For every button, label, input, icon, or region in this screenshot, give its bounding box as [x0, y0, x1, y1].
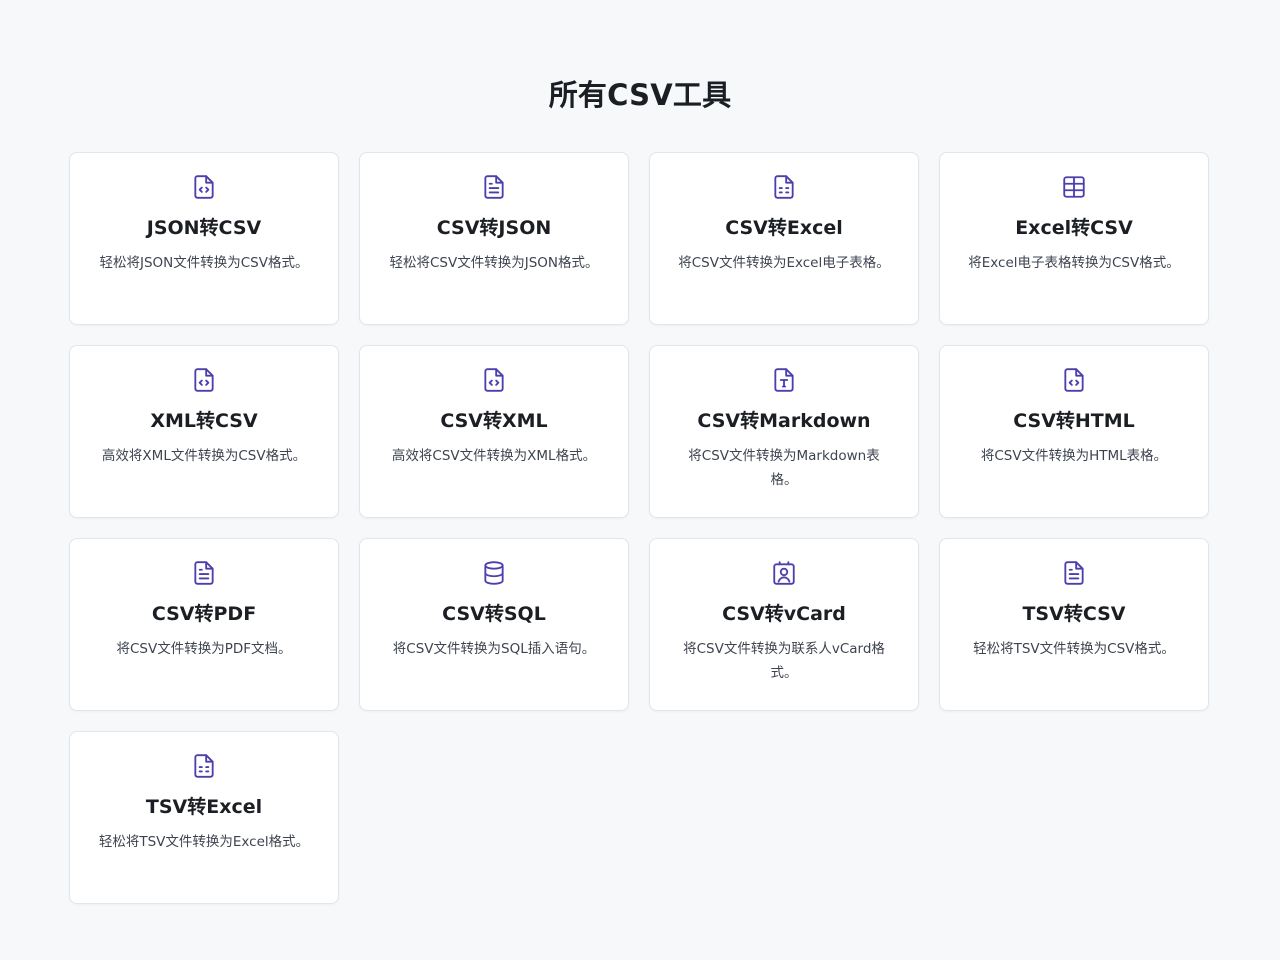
tool-card-description: 轻松将TSV文件转换为Excel格式。: [98, 834, 310, 850]
file-spreadsheet-icon: [770, 173, 798, 201]
tool-card-description: 将CSV文件转换为SQL插入语句。: [392, 641, 596, 657]
tool-card-excel-to-csv[interactable]: Excel转CSV 将Excel电子表格转换为CSV格式。: [939, 152, 1209, 325]
tool-card-description: 轻松将JSON文件转换为CSV格式。: [99, 255, 309, 271]
tool-card-title: CSV转vCard: [722, 603, 846, 625]
database-icon: [480, 559, 508, 587]
tool-card-description: 轻松将CSV文件转换为JSON格式。: [389, 255, 599, 271]
tool-card-title: JSON转CSV: [146, 217, 262, 239]
tool-card-json-to-csv[interactable]: JSON转CSV 轻松将JSON文件转换为CSV格式。: [69, 152, 339, 325]
tool-card-csv-to-excel[interactable]: CSV转Excel 将CSV文件转换为Excel电子表格。: [649, 152, 919, 325]
file-code-icon: [480, 366, 508, 394]
tools-grid: JSON转CSV 轻松将JSON文件转换为CSV格式。 CSV转JSON 轻松将…: [69, 152, 1211, 904]
tool-card-description: 将CSV文件转换为PDF文档。: [116, 641, 292, 657]
tool-card-title: TSV转CSV: [1022, 603, 1126, 625]
file-spreadsheet-icon: [190, 752, 218, 780]
table-icon: [1060, 173, 1088, 201]
tool-card-csv-to-markdown[interactable]: CSV转Markdown 将CSV文件转换为Markdown表格。: [649, 345, 919, 518]
tool-card-title: CSV转Excel: [725, 217, 843, 239]
tool-card-title: CSV转HTML: [1013, 410, 1135, 432]
tool-card-tsv-to-excel[interactable]: TSV转Excel 轻松将TSV文件转换为Excel格式。: [69, 731, 339, 904]
file-code-icon: [190, 366, 218, 394]
tool-card-csv-to-pdf[interactable]: CSV转PDF 将CSV文件转换为PDF文档。: [69, 538, 339, 711]
tool-card-description: 将CSV文件转换为联系人vCard格式。: [683, 641, 885, 681]
tool-card-title: CSV转JSON: [436, 217, 552, 239]
tool-card-title: XML转CSV: [150, 410, 258, 432]
tool-card-description: 将CSV文件转换为Excel电子表格。: [678, 255, 890, 271]
tool-card-tsv-to-csv[interactable]: TSV转CSV 轻松将TSV文件转换为CSV格式。: [939, 538, 1209, 711]
tool-card-description: 高效将XML文件转换为CSV格式。: [101, 448, 307, 464]
tool-card-description: 轻松将TSV文件转换为CSV格式。: [973, 641, 1175, 657]
tool-card-csv-to-json[interactable]: CSV转JSON 轻松将CSV文件转换为JSON格式。: [359, 152, 629, 325]
file-text-icon: [480, 173, 508, 201]
tool-card-description: 将CSV文件转换为HTML表格。: [980, 448, 1168, 464]
file-text-icon: [1060, 559, 1088, 587]
page: 所有CSV工具 JSON转CSV 轻松将JSON文件转换为CSV格式。 CSV转…: [0, 0, 1280, 960]
tool-card-title: TSV转Excel: [145, 796, 263, 818]
contact-icon: [770, 559, 798, 587]
tool-card-description: 高效将CSV文件转换为XML格式。: [391, 448, 597, 464]
tool-card-csv-to-sql[interactable]: CSV转SQL 将CSV文件转换为SQL插入语句。: [359, 538, 629, 711]
tool-card-csv-to-xml[interactable]: CSV转XML 高效将CSV文件转换为XML格式。: [359, 345, 629, 518]
tool-card-csv-to-vcard[interactable]: CSV转vCard 将CSV文件转换为联系人vCard格式。: [649, 538, 919, 711]
tool-card-csv-to-html[interactable]: CSV转HTML 将CSV文件转换为HTML表格。: [939, 345, 1209, 518]
tool-card-title: CSV转SQL: [442, 603, 546, 625]
tool-card-title: CSV转XML: [440, 410, 548, 432]
tool-card-xml-to-csv[interactable]: XML转CSV 高效将XML文件转换为CSV格式。: [69, 345, 339, 518]
file-code-icon: [1060, 366, 1088, 394]
tool-card-description: 将Excel电子表格转换为CSV格式。: [968, 255, 1180, 271]
file-code-icon: [190, 173, 218, 201]
page-title: 所有CSV工具: [548, 78, 732, 112]
tool-card-title: Excel转CSV: [1015, 217, 1133, 239]
tool-card-title: CSV转Markdown: [697, 410, 871, 432]
tool-card-title: CSV转PDF: [151, 603, 257, 625]
file-type-icon: [770, 366, 798, 394]
file-text-icon: [190, 559, 218, 587]
tool-card-description: 将CSV文件转换为Markdown表格。: [688, 448, 880, 488]
